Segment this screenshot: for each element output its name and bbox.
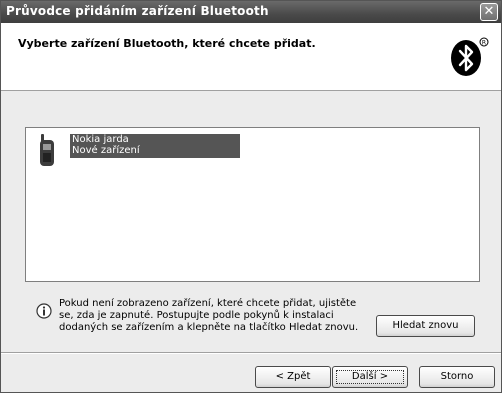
device-list[interactable]: Nokia jarda Nové zařízení: [25, 127, 480, 282]
search-again-button[interactable]: Hledat znovu: [376, 315, 475, 337]
next-button[interactable]: Další >: [332, 366, 408, 388]
device-status: Nové zařízení: [72, 145, 140, 156]
mobile-phone-icon: [40, 134, 54, 166]
bluetooth-wizard-window: Průvodce přidáním zařízení Bluetooth ✕ V…: [0, 0, 502, 393]
back-button[interactable]: < Zpět: [255, 366, 331, 388]
wizard-header: Vyberte zařízení Bluetooth, které chcete…: [1, 23, 501, 91]
info-icon: [36, 303, 52, 319]
device-label-selected[interactable]: Nokia jarda Nové zařízení: [70, 134, 240, 158]
bluetooth-icon: R: [451, 37, 489, 76]
footer-separator: [1, 352, 501, 354]
title-bar[interactable]: Průvodce přidáním zařízení Bluetooth ✕: [1, 1, 501, 23]
svg-text:R: R: [482, 40, 486, 47]
cancel-button[interactable]: Storno: [419, 366, 495, 388]
close-icon: ✕: [483, 4, 495, 19]
info-message: Pokud není zobrazeno zařízení, které chc…: [59, 298, 359, 333]
window-title: Průvodce přidáním zařízení Bluetooth: [6, 4, 269, 18]
page-title: Vyberte zařízení Bluetooth, které chcete…: [18, 37, 316, 50]
device-name: Nokia jarda: [72, 134, 129, 145]
next-button-label: Další >: [351, 371, 389, 382]
close-button[interactable]: ✕: [480, 3, 498, 21]
